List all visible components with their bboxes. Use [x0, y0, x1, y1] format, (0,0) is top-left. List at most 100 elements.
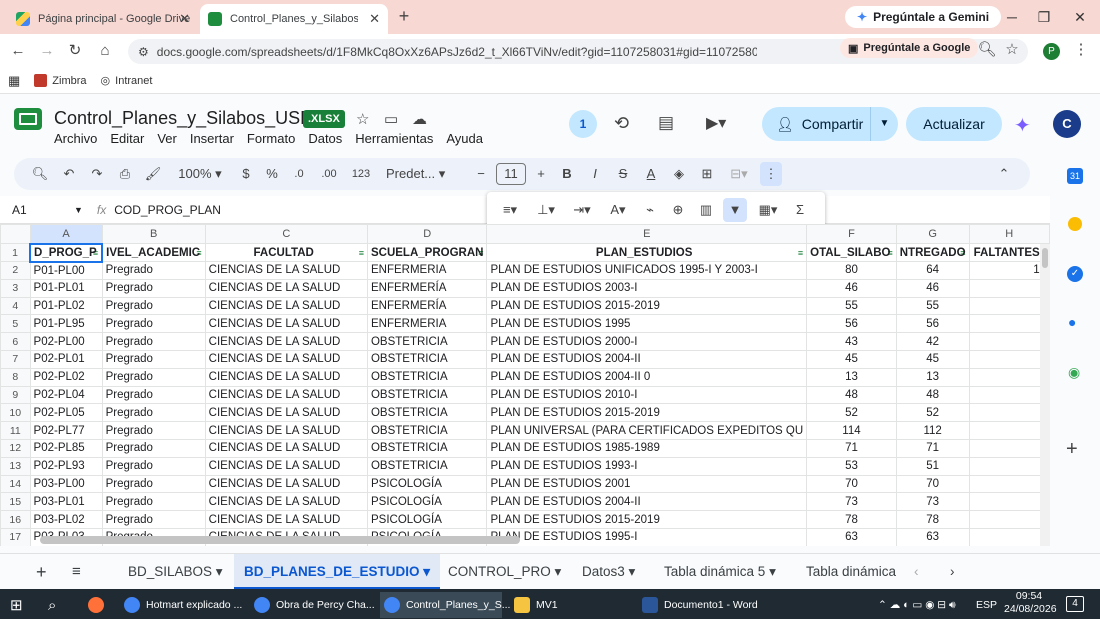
table-cell[interactable]: 1	[968, 332, 1050, 351]
table-cell[interactable]: 0	[968, 438, 1050, 458]
reload-icon[interactable]: ↻	[64, 40, 86, 62]
cloud-status-icon[interactable]: ☁	[412, 110, 427, 128]
table-cell[interactable]: 42	[895, 332, 970, 351]
table-cell[interactable]: Pregrado	[101, 456, 206, 476]
column-header[interactable]: D	[366, 224, 488, 244]
table-cell[interactable]: OBSTETRICIA	[366, 438, 488, 458]
table-cell[interactable]: 0	[968, 367, 1050, 387]
taskbar-app[interactable]: MV1	[514, 592, 558, 618]
table-cell[interactable]: 13	[895, 367, 970, 387]
site-info-icon[interactable]: ⚙	[138, 45, 149, 59]
apps-icon[interactable]: ▦	[8, 73, 20, 89]
table-cell[interactable]: ENFERMERIA	[366, 314, 488, 334]
table-cell[interactable]: Pregrado	[101, 474, 206, 494]
table-cell[interactable]: 45	[806, 349, 897, 369]
table-cell[interactable]: Pregrado	[101, 438, 206, 458]
row-header[interactable]: 5	[0, 314, 31, 334]
row-header[interactable]: 10	[0, 403, 31, 423]
table-cell[interactable]: P02-PL05	[29, 403, 103, 423]
table-cell[interactable]: P01-PL01	[29, 278, 103, 298]
row-header[interactable]: 16	[0, 510, 31, 529]
table-cell[interactable]: CIENCIAS DE LA SALUD	[204, 492, 368, 512]
filter-views-icon[interactable]: ▦▾	[753, 198, 783, 222]
column-header[interactable]: C	[204, 224, 368, 244]
row-header[interactable]: 12	[0, 438, 31, 458]
menu-datos[interactable]: Datos	[308, 131, 342, 146]
taskbar-app[interactable]: Obra de Percy Cha...	[254, 592, 375, 618]
table-cell[interactable]: P03-PL02	[29, 510, 103, 529]
percent-button[interactable]: %	[262, 162, 282, 186]
table-cell[interactable]: CIENCIAS DE LA SALUD	[204, 349, 368, 369]
table-cell[interactable]: PLAN DE ESTUDIOS 2004-II	[486, 492, 808, 512]
table-cell[interactable]: CIENCIAS DE LA SALUD	[204, 438, 368, 458]
table-cell[interactable]: 55	[895, 296, 970, 316]
close-window-button[interactable]: ✕	[1066, 6, 1094, 28]
table-cell[interactable]: ENFERMERIA	[366, 261, 488, 280]
align-icon[interactable]: ≡▾	[495, 198, 525, 222]
sheets-logo-icon[interactable]	[14, 108, 42, 130]
table-cell[interactable]: PSICOLOGÍA	[366, 492, 488, 512]
menu-archivo[interactable]: Archivo	[54, 131, 97, 146]
table-cell[interactable]: P01-PL95	[29, 314, 103, 334]
chevron-down-icon[interactable]: ▼	[74, 205, 83, 215]
minimize-button[interactable]: ─	[998, 6, 1026, 28]
keep-icon[interactable]	[1068, 217, 1082, 231]
table-cell[interactable]: P02-PL01	[29, 349, 103, 369]
increase-font-icon[interactable]: +	[532, 162, 550, 186]
table-cell[interactable]: 48	[895, 385, 970, 405]
gemini-icon[interactable]: ✦	[1014, 113, 1031, 138]
table-cell[interactable]: CIENCIAS DE LA SALUD	[204, 367, 368, 387]
table-cell[interactable]: 51	[895, 456, 970, 476]
table-cell[interactable]: P02-PL04	[29, 385, 103, 405]
table-cell[interactable]: Pregrado	[101, 367, 206, 387]
menu-ayuda[interactable]: Ayuda	[446, 131, 483, 146]
table-cell[interactable]: 0	[968, 492, 1050, 512]
menu-formato[interactable]: Formato	[247, 131, 295, 146]
font-select[interactable]: Predet... ▾	[386, 162, 466, 186]
table-cell[interactable]: 0	[968, 385, 1050, 405]
column-header[interactable]: E	[486, 224, 808, 244]
collapse-toolbar-icon[interactable]: ⌃	[994, 162, 1014, 186]
history-icon[interactable]: ⟲	[614, 113, 629, 134]
table-cell[interactable]: OBSTETRICIA	[366, 332, 488, 351]
calendar-icon[interactable]: 31	[1067, 168, 1083, 184]
table-cell[interactable]: PLAN DE ESTUDIOS 2000-I	[486, 332, 808, 351]
chart-icon[interactable]: ▥	[695, 198, 717, 222]
table-cell[interactable]: CIENCIAS DE LA SALUD	[204, 314, 368, 334]
currency-button[interactable]: $	[236, 162, 256, 186]
more-options-icon[interactable]: ⋮	[760, 162, 782, 186]
row-header[interactable]: 3	[0, 278, 31, 298]
filter-icon[interactable]: ≡	[359, 245, 364, 261]
table-cell[interactable]: 0	[968, 278, 1050, 298]
star-icon[interactable]: ☆	[356, 110, 369, 128]
row-header[interactable]: 15	[0, 492, 31, 512]
table-cell[interactable]: 46	[895, 278, 970, 298]
merge-cells-icon[interactable]: ⊟▾	[724, 162, 754, 186]
header-cell[interactable]: ≡FALTANTES	[968, 243, 1050, 262]
table-cell[interactable]: PLAN DE ESTUDIOS 1995-I	[486, 527, 808, 546]
wrap-icon[interactable]: ⇥▾	[567, 198, 597, 222]
taskbar-app-active[interactable]: Control_Planes_y_S...	[380, 592, 510, 618]
table-cell[interactable]: CIENCIAS DE LA SALUD	[204, 261, 368, 280]
menu-herramientas[interactable]: Herramientas	[355, 131, 433, 146]
table-cell[interactable]: CIENCIAS DE LA SALUD	[204, 456, 368, 476]
table-cell[interactable]: P03-PL01	[29, 492, 103, 512]
column-header[interactable]: A	[29, 224, 103, 244]
table-cell[interactable]: PLAN UNIVERSAL (PARA CERTIFICADOS EXPEDI…	[486, 421, 808, 440]
table-cell[interactable]: P02-PL02	[29, 367, 103, 387]
table-cell[interactable]: CIENCIAS DE LA SALUD	[204, 385, 368, 405]
column-header[interactable]: B	[101, 224, 206, 244]
table-cell[interactable]: 45	[895, 349, 970, 369]
tray-icons[interactable]: ⌃ ☁ ◐ ▭ ◉ ⊟ 🔊︎	[878, 592, 956, 618]
strikethrough-button[interactable]: S	[612, 162, 634, 186]
table-cell[interactable]: 55	[806, 296, 897, 316]
table-cell[interactable]: Pregrado	[101, 314, 206, 334]
table-cell[interactable]: PLAN DE ESTUDIOS 2003-I	[486, 278, 808, 298]
table-cell[interactable]: PLAN DE ESTUDIOS 2015-2019	[486, 296, 808, 316]
table-cell[interactable]: 63	[806, 527, 897, 546]
header-cell[interactable]: ≡ SCUELA_PROGRAN	[366, 243, 488, 262]
home-icon[interactable]: ⌂	[94, 40, 116, 62]
table-cell[interactable]: 0	[968, 403, 1050, 423]
share-button[interactable]: 👤︎ Compartir ▼	[762, 107, 898, 141]
row-header[interactable]: 2	[0, 261, 31, 280]
